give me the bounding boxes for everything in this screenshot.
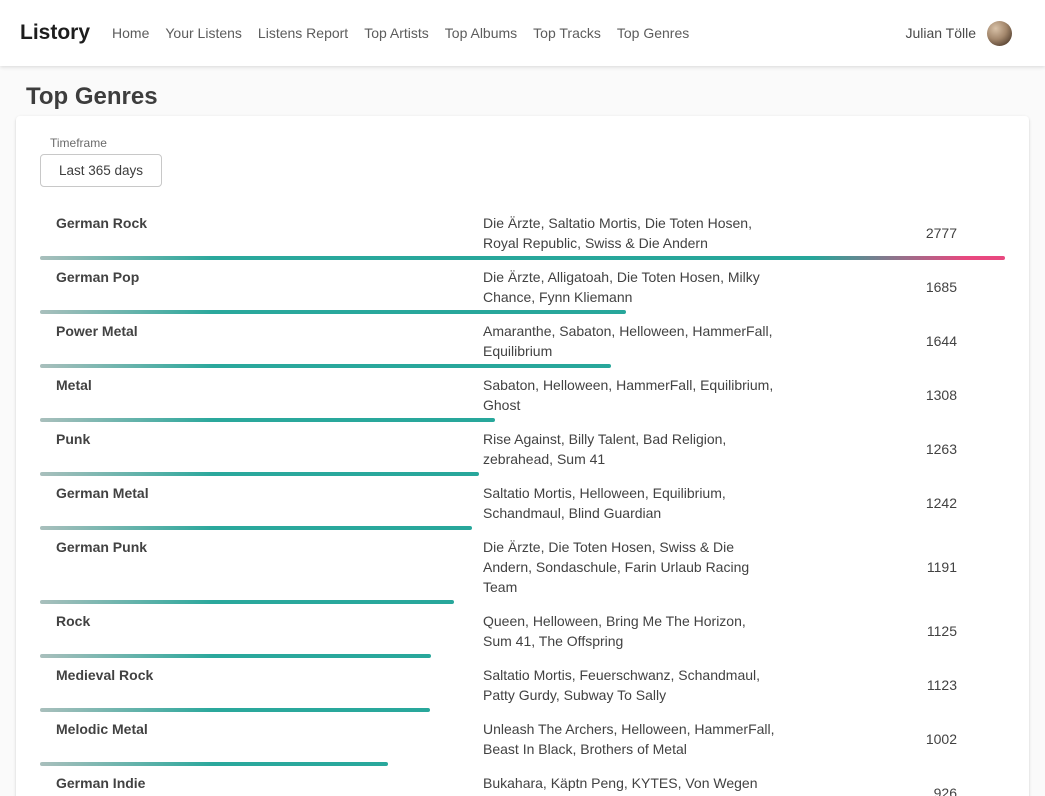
nav-item-home[interactable]: Home (112, 25, 149, 41)
genre-count: 1685 (778, 279, 1005, 295)
genre-progress-gradient (40, 708, 430, 712)
genre-artists: Saltatio Mortis, Helloween, Equilibrium,… (483, 483, 778, 523)
genre-artists: Sabaton, Helloween, HammerFall, Equilibr… (483, 375, 778, 415)
genre-progress-fill (40, 364, 611, 368)
genre-count: 1263 (778, 441, 1005, 457)
genre-artists: Die Ärzte, Alligatoah, Die Toten Hosen, … (483, 267, 778, 307)
genre-name: German Indie (40, 773, 483, 796)
genre-row: German Rock Die Ärzte, Saltatio Mortis, … (40, 206, 1005, 260)
genre-row: German Punk Die Ärzte, Die Toten Hosen, … (40, 530, 1005, 604)
genre-row: Punk Rise Against, Billy Talent, Bad Rel… (40, 422, 1005, 476)
genre-count: 1125 (778, 623, 1005, 639)
genre-artists: Unleash The Archers, Helloween, HammerFa… (483, 719, 778, 759)
timeframe-label: Timeframe (50, 136, 1005, 150)
genre-artists: Saltatio Mortis, Feuerschwanz, Schandmau… (483, 665, 778, 705)
genre-count: 1002 (778, 731, 1005, 747)
genre-artists: Bukahara, Käptn Peng, KYTES, Von Wegen L… (483, 773, 778, 796)
genre-progress-gradient (40, 310, 626, 314)
genre-count: 926 (778, 785, 1005, 796)
timeframe-select[interactable]: Last 365 days (40, 154, 162, 187)
genre-artists: Queen, Helloween, Bring Me The Horizon, … (483, 611, 778, 651)
genre-name: Rock (40, 611, 483, 651)
genre-name: Power Metal (40, 321, 483, 361)
genre-row: Melodic Metal Unleash The Archers, Hello… (40, 712, 1005, 766)
nav-item-top-artists[interactable]: Top Artists (364, 25, 429, 41)
genre-table: German Rock Die Ärzte, Saltatio Mortis, … (40, 206, 1005, 796)
nav-item-listens-report[interactable]: Listens Report (258, 25, 348, 41)
genre-artists: Rise Against, Billy Talent, Bad Religion… (483, 429, 778, 469)
genre-row: Rock Queen, Helloween, Bring Me The Hori… (40, 604, 1005, 658)
main-nav: Home Your Listens Listens Report Top Art… (112, 25, 689, 41)
nav-item-top-albums[interactable]: Top Albums (445, 25, 517, 41)
user-avatar[interactable] (987, 21, 1012, 46)
genre-name: German Pop (40, 267, 483, 307)
genre-progress-fill (40, 762, 388, 766)
genre-artists: Amaranthe, Sabaton, Helloween, HammerFal… (483, 321, 778, 361)
genre-progress-fill (40, 526, 472, 530)
genre-progress-gradient (40, 418, 495, 422)
genre-progress-gradient (40, 364, 611, 368)
topbar: Listory Home Your Listens Listens Report… (0, 0, 1045, 66)
genre-progress-gradient (40, 472, 479, 476)
genre-progress-gradient (40, 526, 472, 530)
genre-count: 2777 (778, 225, 1005, 241)
genre-artists: Die Ärzte, Die Toten Hosen, Swiss & Die … (483, 537, 778, 597)
nav-item-top-genres[interactable]: Top Genres (617, 25, 689, 41)
nav-item-your-listens[interactable]: Your Listens (165, 25, 242, 41)
genre-count: 1644 (778, 333, 1005, 349)
genre-row: German Pop Die Ärzte, Alligatoah, Die To… (40, 260, 1005, 314)
genre-row: German Metal Saltatio Mortis, Helloween,… (40, 476, 1005, 530)
genre-progress-gradient (40, 600, 454, 604)
user-menu[interactable]: Julian Tölle (905, 21, 1012, 46)
genre-progress-gradient (40, 256, 1005, 260)
top-genres-card: Timeframe Last 365 days German Rock Die … (16, 116, 1029, 796)
genre-count: 1308 (778, 387, 1005, 403)
genre-name: German Metal (40, 483, 483, 523)
genre-artists: Die Ärzte, Saltatio Mortis, Die Toten Ho… (483, 213, 778, 253)
genre-progress-bar (40, 256, 1005, 260)
genre-progress-fill (40, 418, 495, 422)
user-name: Julian Tölle (905, 25, 976, 41)
genre-progress-fill (40, 708, 430, 712)
page-title: Top Genres (26, 84, 1029, 110)
nav-item-top-tracks[interactable]: Top Tracks (533, 25, 601, 41)
genre-name: Metal (40, 375, 483, 415)
genre-row: Metal Sabaton, Helloween, HammerFall, Eq… (40, 368, 1005, 422)
genre-progress-gradient (40, 654, 431, 658)
genre-progress-fill (40, 600, 454, 604)
genre-count: 1123 (778, 677, 1005, 693)
genre-name: German Punk (40, 537, 483, 597)
genre-progress-fill (40, 654, 431, 658)
genre-name: German Rock (40, 213, 483, 253)
genre-progress-fill (40, 256, 1005, 260)
genre-progress-fill (40, 310, 626, 314)
genre-row: Power Metal Amaranthe, Sabaton, Hellowee… (40, 314, 1005, 368)
genre-name: Medieval Rock (40, 665, 483, 705)
genre-progress-gradient (40, 762, 388, 766)
genre-count: 1242 (778, 495, 1005, 511)
app-logo[interactable]: Listory (20, 21, 90, 45)
genre-row: Medieval Rock Saltatio Mortis, Feuerschw… (40, 658, 1005, 712)
main-content: Top Genres Timeframe Last 365 days Germa… (0, 84, 1045, 796)
genre-name: Punk (40, 429, 483, 469)
genre-progress-fill (40, 472, 479, 476)
genre-count: 1191 (778, 559, 1005, 575)
genre-row: German Indie Bukahara, Käptn Peng, KYTES… (40, 766, 1005, 796)
genre-name: Melodic Metal (40, 719, 483, 759)
